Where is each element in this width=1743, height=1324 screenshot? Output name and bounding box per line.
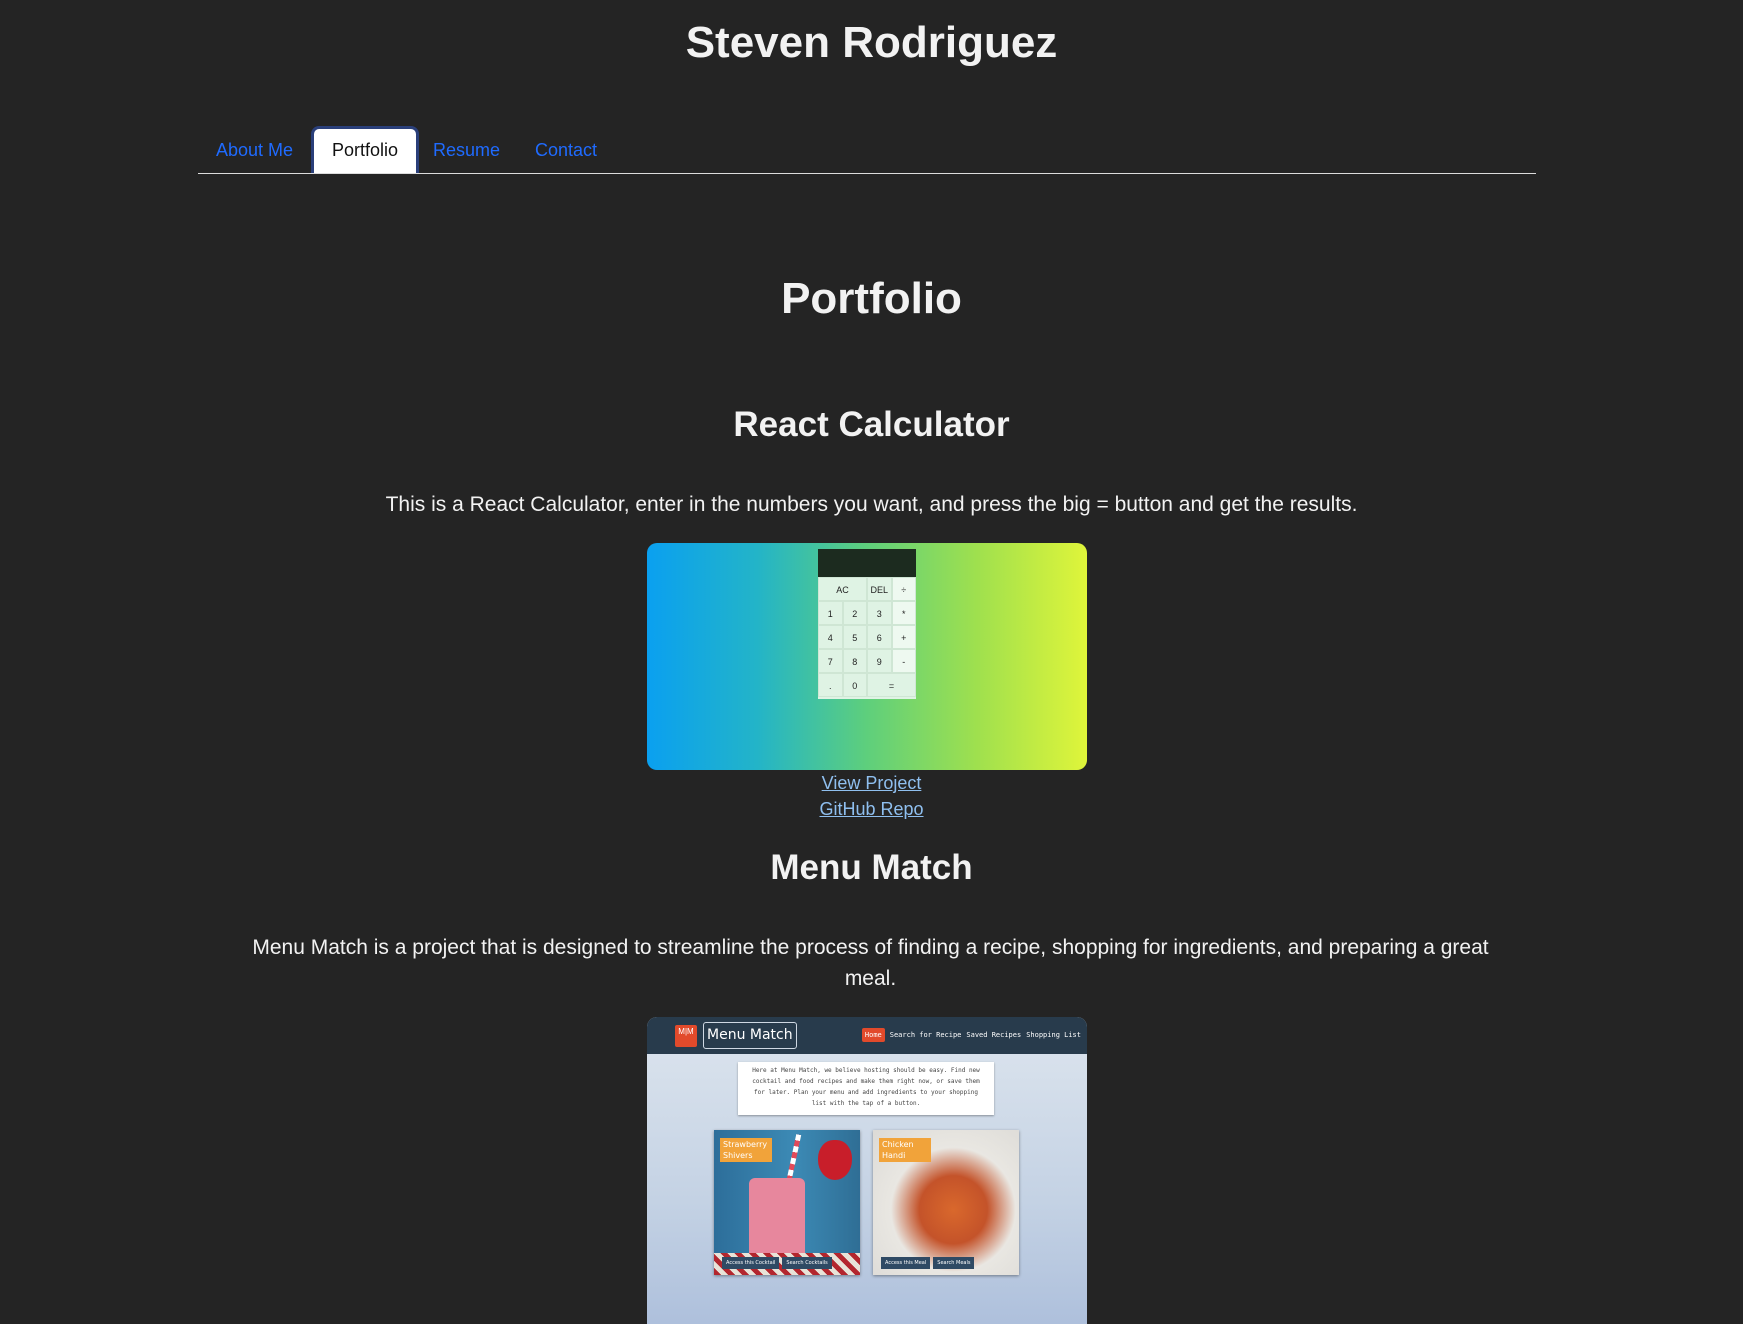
- calculator-mockup: AC DEL ÷ 1 2 3 * 4 5 6 + 7 8 9 - . 0 =: [818, 549, 916, 699]
- mockup-intro-text: Here at Menu Match, we believe hosting s…: [738, 1062, 994, 1115]
- card-button: Search Meals: [933, 1257, 975, 1269]
- calc-key: 3: [867, 601, 892, 625]
- calc-key: *: [891, 601, 916, 625]
- calc-key: 4: [818, 625, 843, 649]
- card-buttons: Access this Meal Search Meals: [881, 1257, 975, 1269]
- project-title: React Calculator: [733, 405, 1010, 444]
- card-button: Access this Cocktail: [722, 1257, 780, 1269]
- calc-key: 9: [867, 649, 892, 673]
- calculator-preview-image[interactable]: AC DEL ÷ 1 2 3 * 4 5 6 + 7 8 9 - . 0 =: [647, 543, 1087, 770]
- calc-key: 0: [842, 673, 867, 697]
- calc-key: -: [891, 649, 916, 673]
- project-description: This is a React Calculator, enter in the…: [385, 493, 1358, 516]
- calc-key: 6: [867, 625, 892, 649]
- calc-key: .: [818, 673, 843, 697]
- github-repo-link[interactable]: GitHub Repo: [0, 799, 1743, 820]
- card-button: Search Cocktails: [782, 1257, 832, 1269]
- portfolio-page: Steven Rodriguez About Me Portfolio Resu…: [0, 0, 1743, 1324]
- calc-key: AC: [818, 577, 867, 601]
- calc-key: ÷: [891, 577, 916, 601]
- mockup-navbar: M|M Menu Match Home Search for Recipe Sa…: [647, 1017, 1087, 1054]
- calc-key: =: [867, 673, 916, 697]
- card-button: Access this Meal: [881, 1257, 931, 1269]
- calc-key: 1: [818, 601, 843, 625]
- card-buttons: Access this Cocktail Search Cocktails: [722, 1257, 832, 1269]
- mockup-card-meal: Chicken Handi Access this Meal Search Me…: [873, 1130, 1019, 1275]
- card-label: Strawberry Shivers: [720, 1138, 772, 1162]
- calculator-display: [818, 549, 916, 577]
- mockup-brand: Menu Match: [703, 1022, 797, 1049]
- nav-tabs: About Me Portfolio Resume Contact: [198, 126, 1536, 174]
- mockup-nav-links: Home Search for Recipe Saved Recipes Sho…: [861, 1028, 1081, 1042]
- tab-portfolio[interactable]: Portfolio: [311, 126, 420, 173]
- mockup-card-cocktail: Strawberry Shivers Access this Cocktail …: [714, 1130, 860, 1275]
- strawberry-shape: [818, 1140, 852, 1180]
- mockup-nav-shopping: Shopping List: [1026, 1031, 1081, 1039]
- card-label: Chicken Handi: [879, 1138, 931, 1162]
- menu-match-preview-image[interactable]: M|M Menu Match Home Search for Recipe Sa…: [647, 1017, 1087, 1324]
- tab-about-me[interactable]: About Me: [198, 126, 311, 173]
- mockup-nav-home: Home: [861, 1028, 885, 1042]
- calc-key: 5: [842, 625, 867, 649]
- tab-resume[interactable]: Resume: [415, 126, 518, 173]
- calc-key: +: [891, 625, 916, 649]
- page-title: Portfolio: [781, 274, 962, 323]
- calculator-keys: AC DEL ÷ 1 2 3 * 4 5 6 + 7 8 9 - . 0 =: [818, 577, 916, 697]
- mockup-nav-search: Search for Recipe: [889, 1031, 962, 1039]
- mockup-nav-saved: Saved Recipes: [966, 1031, 1022, 1039]
- project-title: Menu Match: [770, 848, 973, 887]
- calc-key: 2: [842, 601, 867, 625]
- tab-contact[interactable]: Contact: [517, 126, 615, 173]
- project-description: Menu Match is a project that is designed…: [252, 936, 1489, 990]
- calc-key: 8: [842, 649, 867, 673]
- calc-key: 7: [818, 649, 843, 673]
- site-title: Steven Rodriguez: [685, 18, 1058, 67]
- view-project-link[interactable]: View Project: [0, 773, 1743, 794]
- menu-match-logo-icon: M|M: [675, 1025, 697, 1047]
- calc-key: DEL: [867, 577, 892, 601]
